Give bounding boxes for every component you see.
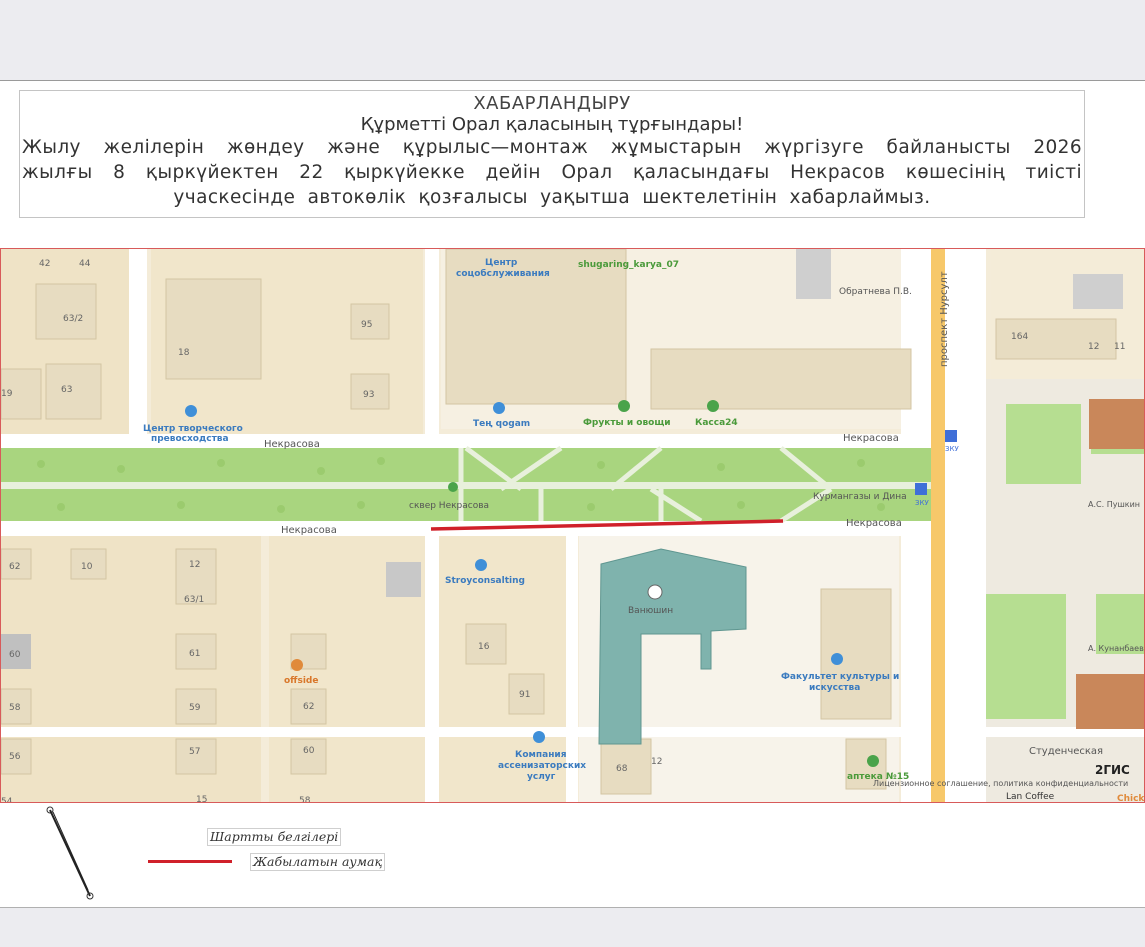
house-number-label: 58 [299,796,311,803]
house-number-label: 95 [361,320,372,330]
poi-creative-center-2: превосходства [151,434,229,444]
park-lawn-3 [986,594,1066,719]
map-canvas[interactable]: Некрасова Некрасова Некрасова Некрасова … [1,249,1145,803]
house-number-label: 54 [1,797,13,803]
house-number-label: 12 [1088,342,1099,352]
road-cross [425,249,439,802]
poi-lan-coffee: Lan Coffee [1006,792,1055,802]
poi-shugaring: shugaring_karya_07 [578,260,679,270]
poi-bus-stop-1: ЗКУ [945,445,959,453]
house-number-label: 164 [1011,332,1028,342]
poi-offside: offside [284,676,318,686]
house-number-label: 63/1 [184,595,204,605]
poi-stroyconsalting: Stroyconsalting [445,576,525,586]
poi-asenizator-3: услуг [527,772,556,782]
house-number-label: 57 [189,747,200,757]
legend-closed-area-label: Жабылатын аумақ [250,853,386,871]
street-nursultan: проспект Нурсулт [939,271,950,367]
house-number-label: 16 [478,642,490,652]
poi-kassa: Касса24 [695,418,738,428]
announcement-greeting: Құрметті Орал қаласының тұрғындары! [360,114,744,135]
house-number-label: 44 [79,259,91,269]
announcement-title: ХАБАРЛАНДЫРУ [473,93,631,114]
house-number-label: 61 [189,649,200,659]
building-brick-1 [1089,399,1144,449]
legend-title: Шартты белгілері [207,828,342,846]
house-number-label: 11 [1114,342,1125,352]
house-number-label: 12 [651,757,662,767]
poi-asenizator-1: Компания [515,750,567,760]
building-grey-4 [796,249,831,299]
poi-kunanbaev: А. Кунанбаев [1088,644,1144,653]
house-number-label: 56 [9,752,21,762]
announcement-body: Жылу желілерін жөндеу және құрылыс—монта… [22,137,1082,208]
house-number-label: 62 [9,562,20,572]
house-number-label: 58 [9,703,21,713]
house-number-label: 60 [9,650,21,660]
street-nekrasova-bottom-left: Некрасова [281,525,337,536]
house-number-label: 15 [196,795,207,803]
announcement-box: ХАБАРЛАНДЫРУ Құрметті Орал қаласының тұр… [19,90,1085,218]
house-number-label: 60 [303,746,315,756]
poi-social-center-1: Центр [485,258,518,268]
poi-asenizator-2: ассенизаторских [498,761,586,771]
house-number-label: 10 [81,562,93,572]
boulevard-path [1,482,931,489]
poi-fruits: Фрукты и овощи [583,418,671,428]
poi-social-center-2: соцобслуживания [456,268,550,279]
house-number-label: 62 [303,702,314,712]
poi-faculty-2: искусства [809,683,860,693]
street-nekrasova-bottom-right: Некрасова [846,518,902,529]
house-number-label: 18 [178,348,190,358]
house-number-label: 59 [189,703,201,713]
house-number-label: 12 [189,560,200,570]
poi-ten-qogam: Тең qogam [473,419,530,429]
house-number-label: 63/2 [63,314,83,324]
poi-obratneva: Обратнева П.В. [839,287,912,297]
poi-vanyushin: Ванюшин [628,606,673,616]
building-brick-2 [1076,674,1144,729]
road-minor-1 [129,249,147,434]
building-grey-3 [1073,274,1123,309]
road-nekrasova-north [1,434,931,448]
poi-chick: Chick [1117,794,1145,803]
house-number-label: 91 [519,690,530,700]
house-number-label: 63 [61,385,72,395]
poi-bus-stop-2: ЗКУ [915,499,929,507]
house-number-label: 42 [39,259,50,269]
legend-closed-area-line [148,860,232,863]
north-arrow-icon [46,806,94,900]
twogis-logo: 2ГИС [1095,763,1130,777]
poi-faculty-1: Факультет культуры и [781,672,899,682]
park-lawn-1 [1006,404,1081,484]
building-grey-1 [386,562,421,597]
house-number-label: 19 [1,389,13,399]
street-nekrasova-top-right: Некрасова [843,433,899,444]
poi-pushkin: А.С. Пушкин [1088,500,1140,509]
map-license-text: Лицензионное соглашение, политика конфид… [873,779,1128,788]
house-number-label: 68 [616,764,628,774]
poi-kurmangazy: Курмангазы и Дина [813,492,907,502]
poi-square: сквер Некрасова [409,501,489,511]
poi-creative-center-1: Центр творческого [143,424,243,434]
map-view[interactable]: Некрасова Некрасова Некрасова Некрасова … [0,248,1145,803]
street-studencheskaya: Студенческая [1029,746,1103,757]
block-sw [1,536,261,802]
house-number-label: 93 [363,390,374,400]
street-nekrasova-top-left: Некрасова [264,439,320,450]
